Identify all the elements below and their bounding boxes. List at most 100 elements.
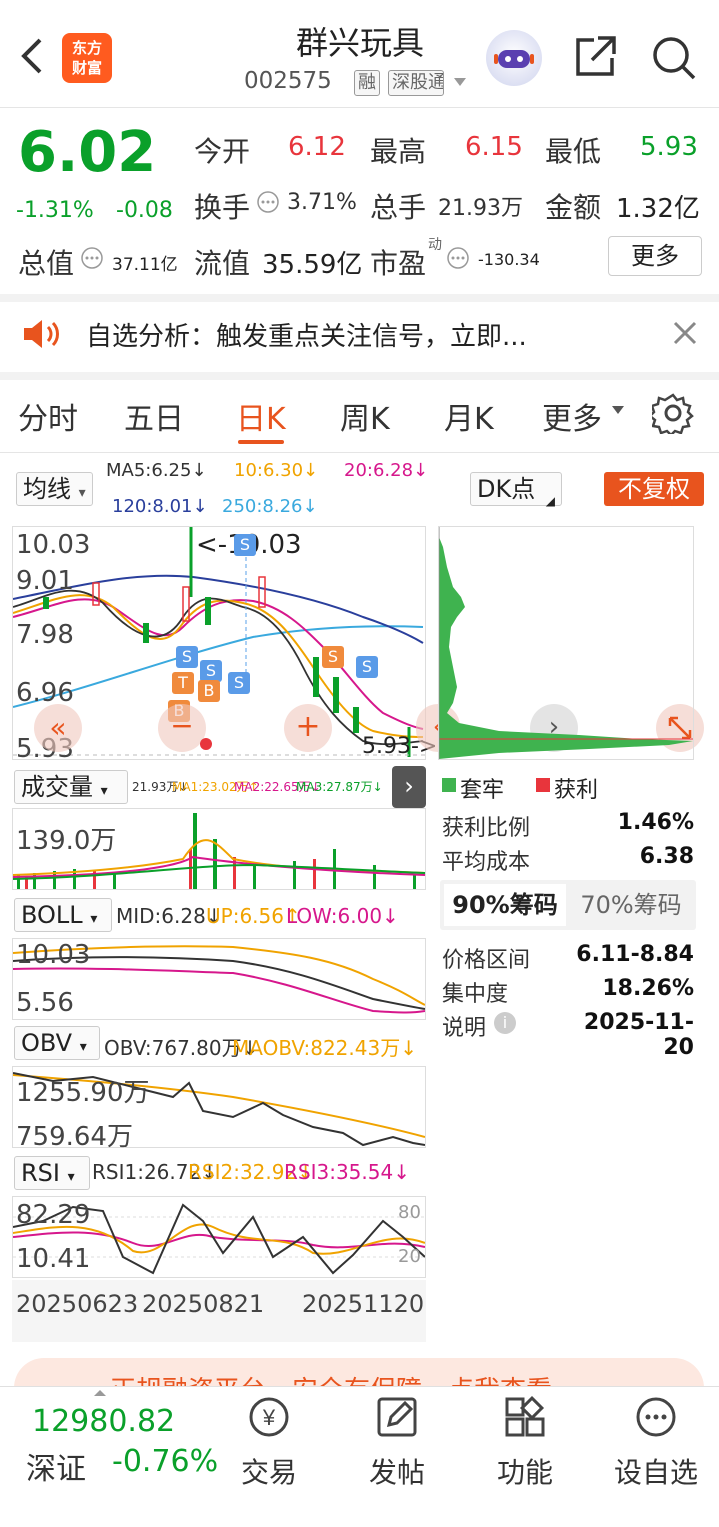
boll-select[interactable]: BOLL ▾ bbox=[14, 898, 112, 932]
turnover-label: 换手 bbox=[194, 191, 251, 224]
low-label: 最低 bbox=[545, 135, 602, 168]
margin-tag: 融 bbox=[354, 70, 380, 96]
candles bbox=[43, 527, 411, 757]
obv-select[interactable]: OBV ▾ bbox=[14, 1026, 100, 1060]
sell-signal-badge[interactable]: S bbox=[234, 534, 256, 556]
dropdown-arrow-icon bbox=[612, 406, 624, 414]
share-icon[interactable] bbox=[572, 34, 618, 80]
tab-chip-90[interactable]: 90%筹码 bbox=[444, 884, 566, 926]
tab-weekly-k[interactable]: 周K bbox=[340, 394, 390, 438]
price-axis-label: 7.98 bbox=[16, 620, 74, 650]
nav-add-watchlist[interactable]: 设自选 bbox=[608, 1393, 704, 1491]
tab-daily-k[interactable]: 日K bbox=[236, 394, 286, 438]
note-label: 说明 bbox=[442, 1016, 487, 1041]
sell-signal-badge[interactable]: S bbox=[228, 672, 250, 694]
chip-distribution-chart[interactable] bbox=[438, 526, 694, 760]
nav-trade-label: 交易 bbox=[240, 1456, 297, 1489]
x-axis-date: 20250821 bbox=[142, 1290, 265, 1318]
speaker-icon bbox=[24, 320, 59, 348]
back-icon[interactable] bbox=[14, 36, 54, 76]
rsi-ref-80: 80 bbox=[398, 1202, 421, 1223]
trapped-legend: 套牢 bbox=[460, 778, 505, 803]
tab-five-day[interactable]: 五日 bbox=[124, 394, 184, 438]
svg-text:¥: ¥ bbox=[262, 1405, 276, 1430]
volume-select[interactable]: 成交量 ▾ bbox=[14, 770, 128, 804]
t-signal-badge[interactable]: T bbox=[172, 672, 194, 694]
sell-signal-badge[interactable]: S bbox=[176, 646, 198, 668]
profit-ratio-label: 获利比例 bbox=[442, 816, 531, 841]
obv-select-label: OBV bbox=[21, 1029, 73, 1057]
close-icon[interactable] bbox=[672, 320, 698, 346]
more-dots-icon bbox=[636, 1397, 676, 1437]
price-axis-label: 6.96 bbox=[16, 678, 74, 708]
nav-post[interactable]: 发帖 bbox=[352, 1393, 442, 1491]
index-change[interactable]: -0.76% bbox=[112, 1444, 218, 1479]
price-axis-label: 9.01 bbox=[16, 566, 74, 596]
pe-label: 市盈 bbox=[370, 247, 427, 280]
change-amount: -0.08 bbox=[116, 198, 173, 223]
nav-functions[interactable]: 功能 bbox=[480, 1393, 570, 1491]
scroll-left-icon[interactable]: « bbox=[34, 704, 82, 752]
profit-ratio-value: 1.46% bbox=[617, 810, 694, 835]
volume-ma3: MA3:27.87万↓ bbox=[296, 780, 383, 794]
assistant-robot-icon[interactable] bbox=[486, 30, 542, 86]
sell-signal-badge[interactable]: S bbox=[322, 646, 344, 668]
rsi-select[interactable]: RSI ▾ bbox=[14, 1156, 90, 1190]
search-icon[interactable] bbox=[650, 34, 698, 82]
dk-point-select[interactable]: DK点 ◢ bbox=[470, 472, 562, 508]
nav-trade[interactable]: ¥ 交易 bbox=[224, 1393, 314, 1491]
event-dot[interactable] bbox=[200, 738, 212, 750]
stock-name: 群兴玩具 bbox=[295, 24, 424, 62]
more-quote-button[interactable]: 更多 bbox=[608, 236, 702, 276]
x-axis-date: 20251120 bbox=[302, 1290, 425, 1318]
divider bbox=[0, 372, 719, 380]
tab-more[interactable]: 更多 bbox=[542, 394, 602, 438]
pe-value: -130.34 bbox=[478, 250, 540, 269]
profit-legend-swatch bbox=[536, 778, 550, 792]
info-dots-icon[interactable] bbox=[80, 246, 104, 270]
sell-signal-badge[interactable]: S bbox=[356, 656, 378, 678]
tab-intraday[interactable]: 分时 bbox=[18, 394, 78, 438]
settings-gear-icon[interactable] bbox=[652, 392, 694, 434]
divider bbox=[0, 452, 719, 453]
caret-up-icon bbox=[94, 1390, 106, 1396]
index-value[interactable]: 12980.82 bbox=[32, 1404, 175, 1439]
tab-monthly-k[interactable]: 月K bbox=[444, 394, 494, 438]
tab-chip-70[interactable]: 70%筹码 bbox=[570, 884, 692, 926]
zoom-out-icon[interactable]: − bbox=[158, 704, 206, 752]
ma250-value: 250:8.26↓ bbox=[222, 496, 318, 517]
sell-signal-badge[interactable]: S bbox=[200, 660, 222, 682]
obv-axis-bottom: 759.64万 bbox=[16, 1122, 133, 1152]
obv-axis-top: 1255.90万 bbox=[16, 1078, 150, 1108]
open-label: 今开 bbox=[194, 135, 251, 168]
edit-icon bbox=[377, 1397, 417, 1437]
info-icon[interactable]: i bbox=[494, 1012, 516, 1034]
price-range-value: 6.11-8.84 bbox=[576, 942, 694, 967]
info-dots-icon[interactable] bbox=[256, 190, 280, 214]
concentration-label: 集中度 bbox=[442, 982, 509, 1007]
stock-code: 002575 bbox=[244, 68, 332, 94]
rsi3-value: RSI3:35.54↓ bbox=[284, 1160, 410, 1184]
amount-value: 1.32亿 bbox=[616, 194, 700, 224]
ma10-value: 10:6.30↓ bbox=[234, 460, 319, 481]
ma120-value: 120:8.01↓ bbox=[112, 496, 208, 517]
chip-date: 2025-11-20 bbox=[583, 1010, 694, 1060]
adjust-button[interactable]: 不复权 bbox=[604, 472, 704, 506]
boll-select-label: BOLL bbox=[21, 901, 83, 929]
expand-indicators-icon[interactable]: › bbox=[392, 766, 426, 808]
info-dots-icon[interactable] bbox=[446, 246, 470, 270]
notice-text[interactable]: 自选分析：触发重点关注信号，立即... bbox=[86, 316, 527, 353]
app-logo-text: 东方 财富 bbox=[71, 39, 102, 77]
float-cap-value: 35.59亿 bbox=[262, 250, 363, 280]
index-name[interactable]: 深证 bbox=[26, 1444, 86, 1488]
open-value: 6.12 bbox=[288, 132, 346, 162]
app-logo[interactable]: 东方 财富 bbox=[62, 33, 112, 83]
concentration-value: 18.26% bbox=[602, 976, 694, 1001]
zoom-in-icon[interactable]: + bbox=[284, 704, 332, 752]
nav-post-label: 发帖 bbox=[368, 1456, 425, 1489]
price-axis-label: 10.03 bbox=[16, 530, 91, 560]
dropdown-arrow-icon[interactable] bbox=[452, 76, 468, 88]
buy-signal-badge[interactable]: B bbox=[198, 680, 220, 702]
ma-select[interactable]: 均线 ▾ bbox=[16, 472, 93, 506]
avg-cost-value: 6.38 bbox=[639, 844, 694, 869]
